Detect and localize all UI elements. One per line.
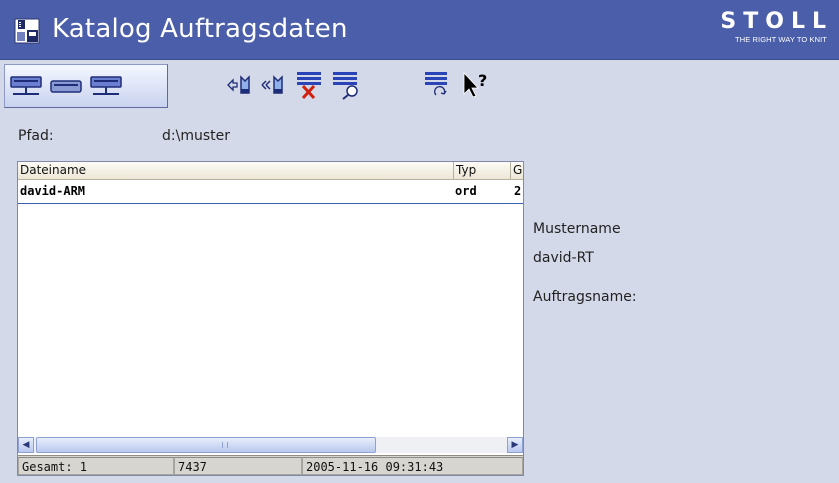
toolbar-misc: ? xyxy=(418,64,508,108)
file-list-status-bar: Gesamt: 1 7437 2005-11-16 09:31:43 xyxy=(18,455,523,475)
brand-tagline: THE RIGHT WAY TO KNIT xyxy=(735,35,827,44)
file-g-cell: 2 xyxy=(514,184,522,198)
help-cursor-button[interactable]: ? xyxy=(460,69,494,101)
table-row[interactable]: david-ARM ord 2 xyxy=(18,180,523,204)
column-header-dateiname[interactable]: Dateiname xyxy=(18,162,454,179)
toolbar-drives xyxy=(4,64,168,108)
network-drive-2-button[interactable] xyxy=(89,70,123,102)
delete-file-button[interactable] xyxy=(294,69,328,101)
column-header-typ[interactable]: Typ xyxy=(454,162,511,179)
move-pattern-button[interactable] xyxy=(260,69,294,101)
path-label: Pfad: xyxy=(18,128,54,144)
order-name-label: Auftragsname: xyxy=(533,289,637,305)
delete-file-icon xyxy=(297,72,321,100)
copy-pattern-button[interactable] xyxy=(226,69,260,101)
local-drive-button[interactable] xyxy=(49,70,83,102)
file-name-cell: david-ARM xyxy=(20,184,86,198)
file-list[interactable]: Dateiname Typ G david-ARM ord 2 ◀ ▶ Gesa… xyxy=(17,161,524,476)
copy-pattern-icon xyxy=(227,75,250,94)
brand-logo: STOLL THE RIGHT WAY TO KNIT xyxy=(720,9,827,45)
toolbar-file-actions xyxy=(222,64,402,108)
horizontal-scrollbar[interactable]: ◀ ▶ xyxy=(18,437,523,453)
search-file-icon xyxy=(333,72,358,100)
search-file-button[interactable] xyxy=(330,69,364,101)
move-pattern-icon xyxy=(261,75,283,94)
pattern-name-label: Mustername xyxy=(533,221,621,237)
path-value: d:\muster xyxy=(162,128,230,144)
title-bar: Katalog Auftragsdaten STOLL THE RIGHT WA… xyxy=(0,0,839,60)
scroll-grip-icon xyxy=(222,442,228,448)
floppy-disk-icon xyxy=(14,18,40,44)
status-date: 2005-11-16 09:31:43 xyxy=(302,457,523,475)
scroll-thumb[interactable] xyxy=(36,437,376,453)
brand-name: STOLL xyxy=(720,9,833,34)
help-cursor-icon: ? xyxy=(463,71,487,98)
local-drive-icon xyxy=(50,80,82,93)
network-drive-2-icon xyxy=(90,76,122,95)
window-title: Katalog Auftragsdaten xyxy=(52,14,348,44)
svg-text:?: ? xyxy=(478,71,487,90)
column-header-g[interactable]: G xyxy=(511,162,523,179)
status-total: Gesamt: 1 xyxy=(18,457,174,475)
scroll-right-button[interactable]: ▶ xyxy=(507,437,523,453)
network-drive-button[interactable] xyxy=(9,70,43,102)
refresh-list-button[interactable] xyxy=(420,69,454,101)
file-list-header: Dateiname Typ G xyxy=(18,162,523,180)
status-size: 7437 xyxy=(174,457,302,475)
scroll-left-button[interactable]: ◀ xyxy=(18,437,34,453)
refresh-list-icon xyxy=(425,72,447,96)
file-type-cell: ord xyxy=(455,184,477,198)
pattern-name-value: david-RT xyxy=(533,250,594,266)
network-drive-icon xyxy=(10,76,42,95)
